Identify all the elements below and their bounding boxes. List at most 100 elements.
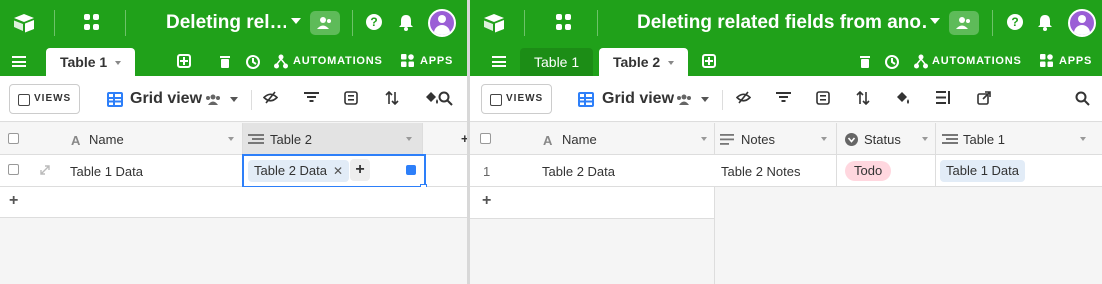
cell-notes[interactable]: Table 2 Notes [721, 164, 801, 179]
trash-icon[interactable] [859, 54, 871, 68]
views-button[interactable]: VIEWS [9, 84, 81, 114]
row-height-icon[interactable] [936, 91, 951, 104]
chevron-down-icon[interactable] [228, 137, 234, 141]
column-header-name[interactable]: Name [562, 132, 597, 147]
column-divider [836, 155, 837, 187]
color-icon[interactable] [895, 91, 911, 105]
hide-fields-icon[interactable] [736, 91, 751, 104]
base-title[interactable]: Deleting related fields from ano… [637, 12, 927, 34]
group-icon[interactable] [344, 91, 358, 105]
hide-fields-icon[interactable] [263, 91, 278, 104]
automations-icon[interactable] [914, 54, 928, 69]
column-divider [935, 155, 936, 187]
table-tab-bar: Table 1 AUTOMATIONS APPS [0, 46, 467, 76]
sort-icon[interactable] [385, 91, 399, 105]
chevron-down-icon[interactable] [701, 137, 707, 141]
views-button[interactable]: VIEWS [481, 84, 553, 114]
filter-icon[interactable] [304, 91, 319, 103]
grid-header: A Name Table 2 + [0, 123, 467, 155]
data-grid: A Name Notes Status Table 1 1 Table 2 Da… [470, 123, 1102, 284]
chevron-down-icon[interactable] [291, 18, 301, 24]
filter-icon[interactable] [776, 91, 791, 103]
bell-icon[interactable] [398, 14, 414, 31]
chevron-down-icon[interactable] [115, 61, 122, 66]
base-title[interactable]: Deleting rel… [166, 12, 286, 34]
chevron-down-icon[interactable] [668, 61, 675, 66]
add-table-icon[interactable] [177, 54, 191, 68]
chevron-down-icon[interactable] [922, 137, 928, 141]
linked-record-icon [942, 134, 958, 144]
separator [125, 10, 126, 36]
remove-icon[interactable]: ✕ [333, 164, 343, 178]
apps-button[interactable]: APPS [420, 55, 453, 67]
help-icon[interactable]: ? [366, 14, 382, 30]
add-linked-record-button[interactable]: + [350, 159, 370, 181]
history-icon[interactable] [245, 54, 261, 70]
apps-button[interactable]: APPS [1059, 55, 1092, 67]
chevron-down-icon[interactable] [930, 18, 940, 24]
automations-icon[interactable] [274, 54, 288, 69]
column-header-status[interactable]: Status [864, 132, 901, 147]
automations-button[interactable]: AUTOMATIONS [932, 55, 1022, 67]
status-badge[interactable]: Todo [845, 161, 892, 181]
top-bar: Deleting rel… ? [0, 0, 467, 46]
chevron-down-icon[interactable] [701, 97, 709, 102]
share-button[interactable] [949, 11, 979, 35]
row-checkbox[interactable] [8, 164, 19, 175]
airtable-logo[interactable] [482, 11, 506, 35]
people-icon [956, 17, 970, 29]
apps-icon[interactable] [401, 54, 414, 67]
table-tab-bar: Table 1 Table 2 AUTOMATIONS APPS [470, 46, 1102, 76]
user-avatar[interactable] [428, 9, 456, 37]
history-icon[interactable] [884, 54, 900, 70]
table-row[interactable]: Table 1 Data Table 2 Data ✕ + [0, 154, 467, 191]
column-header-name[interactable]: Name [89, 132, 124, 147]
add-row-icon[interactable]: + [9, 192, 18, 210]
chevron-down-icon[interactable] [821, 137, 827, 141]
apps-icon[interactable] [1040, 54, 1053, 67]
cell-name[interactable]: Table 1 Data [70, 164, 143, 179]
linked-record-chip[interactable]: Table 1 Data [940, 160, 1025, 182]
menu-icon[interactable] [12, 56, 26, 67]
trash-icon[interactable] [219, 54, 231, 68]
bell-icon[interactable] [1037, 14, 1053, 31]
row-number: 1 [483, 164, 491, 179]
automations-button[interactable]: AUTOMATIONS [293, 55, 383, 67]
view-name[interactable]: Grid view [602, 90, 674, 108]
user-avatar[interactable] [1068, 9, 1096, 37]
chevron-down-icon[interactable] [230, 97, 238, 102]
add-table-icon[interactable] [702, 54, 716, 68]
view-name[interactable]: Grid view [130, 90, 202, 108]
chevron-down-icon[interactable] [1080, 137, 1086, 141]
sort-icon[interactable] [856, 91, 870, 105]
menu-icon[interactable] [492, 56, 506, 67]
search-icon[interactable] [1075, 91, 1090, 106]
column-header-table-1[interactable]: Table 1 [963, 132, 1005, 147]
table-row[interactable]: 1 Table 2 Data Table 2 Notes Todo Table … [470, 155, 1102, 187]
search-icon[interactable] [438, 91, 453, 106]
tab-table-1[interactable]: Table 1 [520, 48, 594, 76]
column-header-notes[interactable]: Notes [741, 132, 775, 147]
cell-name[interactable]: Table 2 Data [542, 164, 615, 179]
share-button[interactable] [310, 11, 340, 35]
select-all-checkbox[interactable] [8, 133, 19, 144]
chevron-down-icon[interactable] [406, 137, 412, 141]
linked-record-chip[interactable]: Table 2 Data ✕ [248, 160, 350, 182]
add-row[interactable]: + [0, 187, 467, 218]
single-select-icon [845, 133, 858, 146]
selected-checkbox-icon[interactable] [406, 165, 416, 175]
tab-table-1[interactable]: Table 1 [46, 48, 136, 76]
add-row[interactable]: + [470, 187, 1102, 219]
help-icon[interactable]: ? [1007, 14, 1023, 30]
tab-table-2[interactable]: Table 2 [599, 48, 689, 76]
airtable-logo[interactable] [12, 11, 36, 35]
collaborators-icon [206, 94, 220, 105]
add-row-icon[interactable]: + [482, 192, 491, 210]
share-view-icon[interactable] [977, 91, 991, 105]
select-all-checkbox[interactable] [480, 133, 491, 144]
apps-grid-icon[interactable] [556, 14, 572, 30]
column-header-table-2[interactable]: Table 2 [270, 132, 312, 147]
group-icon[interactable] [816, 91, 830, 105]
apps-grid-icon[interactable] [84, 14, 100, 30]
expand-record-icon[interactable] [40, 165, 50, 175]
